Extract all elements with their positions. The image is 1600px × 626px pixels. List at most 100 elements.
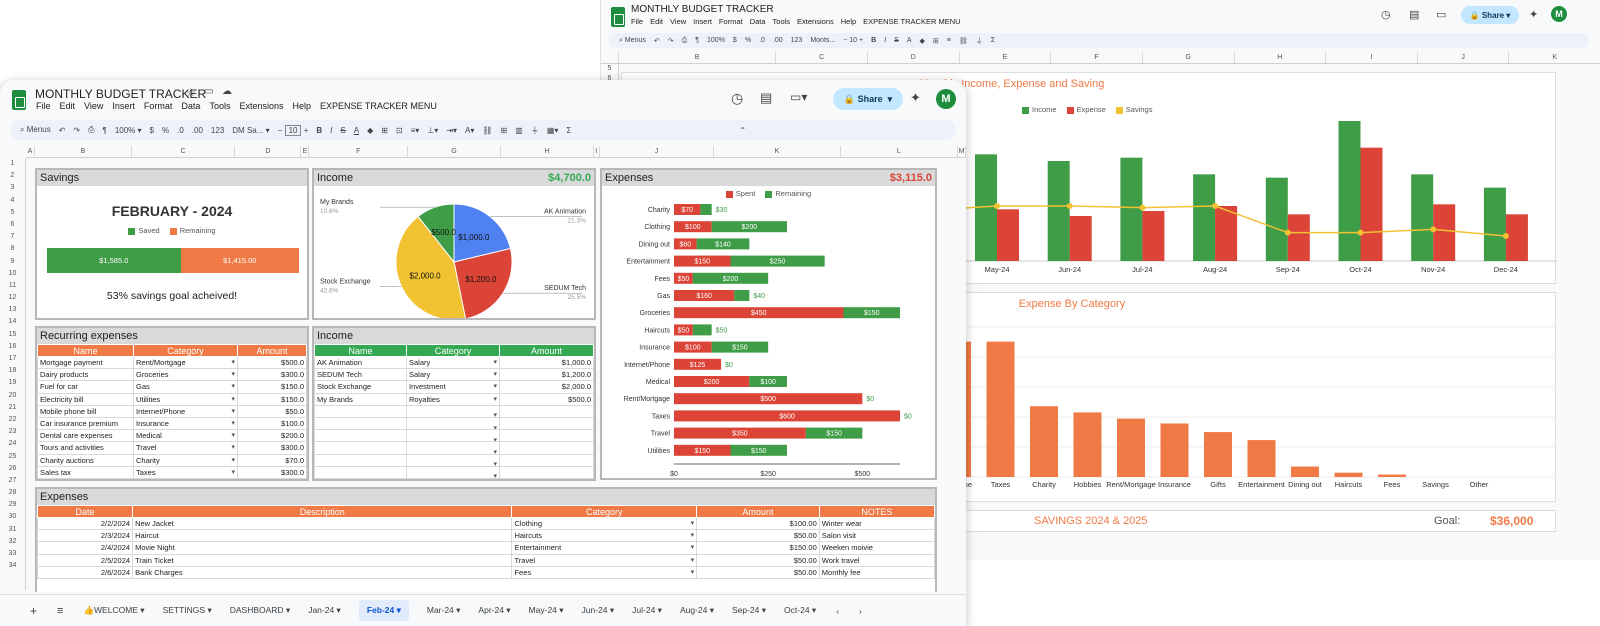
row-header[interactable]: 15: [0, 329, 25, 341]
table-cell[interactable]: Taxes: [133, 465, 238, 479]
row-header[interactable]: 34: [0, 560, 25, 572]
number-format-button[interactable]: 123: [791, 37, 803, 44]
zoom-select[interactable]: 100% ▾: [115, 126, 142, 135]
table-cell[interactable]: Monthly fee: [818, 565, 936, 579]
table-cell[interactable]: 2/5/2024: [36, 553, 134, 567]
row-header[interactable]: 22: [0, 414, 25, 426]
corner-cell[interactable]: [601, 52, 619, 63]
align-icon[interactable]: ≡▾: [411, 126, 420, 135]
history-icon[interactable]: ◷: [731, 90, 743, 107]
history-icon[interactable]: ◷: [1381, 8, 1391, 21]
table-cell[interactable]: $300.0: [237, 465, 307, 479]
sheet-tab[interactable]: Mar-24 ▾: [427, 605, 461, 616]
filter-icon[interactable]: ⏚: [531, 125, 539, 136]
row-header[interactable]: 33: [0, 548, 25, 560]
table-cell[interactable]: 2/6/2024: [36, 565, 134, 579]
paint-format-icon[interactable]: ¶: [103, 126, 107, 135]
document-title[interactable]: MONTHLY BUDGET TRACKER: [631, 4, 774, 15]
table-cell[interactable]: Stock Exchange: [314, 380, 407, 394]
sheet-tab[interactable]: SETTINGS ▾: [163, 605, 212, 616]
rotate-icon[interactable]: A▾: [465, 126, 474, 135]
filter-icon[interactable]: ⏚: [976, 36, 983, 46]
sheet-tab[interactable]: Apr-24 ▾: [478, 605, 510, 616]
table-cell[interactable]: Medical: [133, 429, 238, 443]
table-cell[interactable]: Sales tax: [37, 465, 134, 479]
row-header[interactable]: 19: [0, 377, 25, 389]
table-cell[interactable]: Salon visit: [818, 529, 936, 543]
scroll-right-icon[interactable]: ›: [859, 606, 862, 616]
comment-icon[interactable]: ▤: [1409, 8, 1419, 21]
menu-edit[interactable]: Edit: [650, 17, 663, 26]
row-header[interactable]: 11: [0, 280, 25, 292]
row-header[interactable]: 14: [0, 316, 25, 328]
undo-icon[interactable]: ↶: [59, 126, 66, 135]
table-cell[interactable]: [406, 441, 500, 455]
row-header[interactable]: 23: [0, 426, 25, 438]
table-cell[interactable]: [406, 465, 500, 479]
font-size-field[interactable]: − 10 +: [278, 124, 308, 136]
table-cell[interactable]: Internet/Phone: [133, 404, 238, 418]
text-color-button[interactable]: A: [907, 37, 912, 44]
redo-icon[interactable]: ↷: [668, 37, 674, 45]
table-cell[interactable]: Haircut: [132, 529, 513, 543]
sheet-tab[interactable]: DASHBOARD ▾: [230, 605, 290, 616]
row-header[interactable]: 21: [0, 402, 25, 414]
table-cell[interactable]: Salary: [406, 368, 500, 382]
row-header[interactable]: 1: [0, 158, 25, 170]
text-color-button[interactable]: A: [354, 126, 359, 135]
menu-tools[interactable]: Tools: [209, 101, 230, 111]
row-header[interactable]: 6: [0, 219, 25, 231]
table-cell[interactable]: Mortgage payment: [37, 355, 134, 370]
search-menus[interactable]: ⌕ Menus: [619, 37, 646, 45]
row-header[interactable]: 29: [0, 499, 25, 511]
menu-extensions[interactable]: Extensions: [239, 101, 283, 111]
table-cell[interactable]: Dairy products: [37, 368, 134, 382]
table-cell[interactable]: $50.0: [237, 404, 307, 418]
table-cell[interactable]: $50.00: [696, 553, 820, 567]
number-format-button[interactable]: 123: [211, 126, 224, 135]
table-cell[interactable]: Groceries: [133, 368, 238, 382]
link-icon[interactable]: ⛓: [959, 37, 968, 45]
table-cell[interactable]: SEDUM Tech: [314, 368, 407, 382]
menu-expense-tracker-menu[interactable]: EXPENSE TRACKER MENU: [863, 17, 960, 26]
menu-help[interactable]: Help: [292, 101, 311, 111]
redo-icon[interactable]: ↷: [73, 126, 80, 135]
table-cell[interactable]: Clothing: [511, 516, 698, 531]
table-cell[interactable]: $150.0: [237, 380, 307, 394]
column-header[interactable]: J: [1418, 52, 1510, 63]
table-cell[interactable]: $150.00: [696, 541, 820, 555]
sheet-tab[interactable]: Feb-24 ▾: [358, 600, 409, 621]
table-cell[interactable]: [314, 416, 407, 431]
font-select[interactable]: DM Sa... ▾: [232, 126, 269, 135]
borders-icon[interactable]: ⊞: [933, 37, 939, 45]
row-header[interactable]: 20: [0, 390, 25, 402]
menu-format[interactable]: Format: [719, 17, 743, 26]
table-cell[interactable]: Fees: [511, 565, 698, 579]
decrease-decimal-button[interactable]: .0: [177, 126, 184, 135]
print-icon[interactable]: ⎙: [682, 37, 688, 45]
table-cell[interactable]: $100.00: [696, 516, 820, 531]
table-cell[interactable]: AK Animation: [314, 355, 407, 370]
row-header[interactable]: 13: [0, 304, 25, 316]
table-cell[interactable]: Mobile phone bill: [37, 404, 134, 418]
bold-button[interactable]: B: [871, 37, 876, 44]
star-icon[interactable]: ☆: [186, 86, 196, 99]
column-header[interactable]: E: [960, 52, 1052, 63]
column-header[interactable]: H: [1235, 52, 1327, 63]
undo-icon[interactable]: ↶: [654, 37, 660, 45]
table-cell[interactable]: Work travel: [818, 553, 936, 567]
table-cell[interactable]: 2/4/2024: [36, 541, 134, 555]
fill-color-icon[interactable]: ◆: [919, 37, 924, 45]
merge-icon[interactable]: ⊡: [396, 126, 403, 135]
row-header[interactable]: 3: [0, 182, 25, 194]
row-header[interactable]: 5: [0, 207, 25, 219]
row-header[interactable]: 7: [0, 231, 25, 243]
zoom-select[interactable]: 100%: [707, 37, 725, 44]
row-header[interactable]: 24: [0, 438, 25, 450]
table-cell[interactable]: Car insurance premium: [37, 416, 134, 431]
increase-decimal-button[interactable]: .00: [773, 37, 783, 44]
menu-extensions[interactable]: Extensions: [797, 17, 834, 26]
row-header[interactable]: 31: [0, 524, 25, 536]
currency-button[interactable]: $: [150, 126, 154, 135]
row-header[interactable]: 26: [0, 463, 25, 475]
